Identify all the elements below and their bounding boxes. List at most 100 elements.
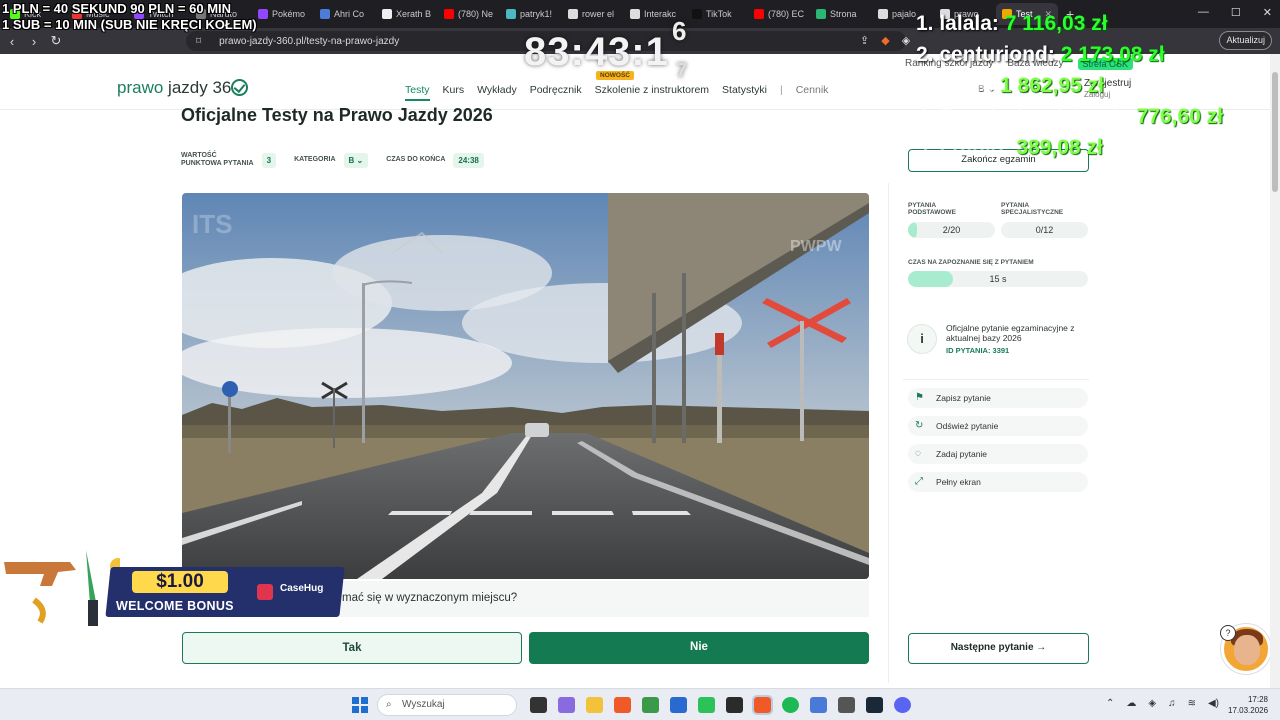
tab-favicon-icon bbox=[878, 9, 888, 19]
promo-amount: $1.00 bbox=[132, 571, 228, 593]
scrollbar-thumb[interactable] bbox=[1272, 72, 1278, 192]
specialist-questions-label: PYTANIA SPECJALISTYCZNE bbox=[1001, 202, 1064, 216]
brave-shield-icon[interactable]: ◆ bbox=[881, 34, 889, 47]
tab-label: patryk1! bbox=[520, 9, 553, 19]
browser-tab[interactable]: Ahri Co bbox=[314, 3, 376, 25]
update-button[interactable]: Aktualizuj bbox=[1219, 31, 1272, 50]
extension-icon[interactable]: ◈ bbox=[902, 34, 910, 47]
specialist-progress: 0/12 bbox=[1001, 222, 1088, 238]
ask-question-button[interactable]: ◌ Zadaj pytanie bbox=[908, 444, 1088, 464]
next-question-label: Następne pytanie bbox=[950, 642, 1034, 653]
taskbar-clock[interactable]: 17:28 17.03.2026 bbox=[1228, 694, 1268, 716]
road-scene: ITS PWPW bbox=[182, 193, 869, 579]
reading-time-progress: 15 s bbox=[908, 271, 1088, 287]
store-icon[interactable] bbox=[670, 697, 687, 713]
browser-tab[interactable]: patryk1! bbox=[500, 3, 562, 25]
calculator-icon[interactable] bbox=[838, 697, 855, 713]
discord-icon[interactable] bbox=[894, 697, 911, 713]
page-scrollbar[interactable] bbox=[1270, 54, 1280, 688]
timer-digit-next: 7 bbox=[676, 60, 689, 82]
nav-testy[interactable]: Testy bbox=[405, 84, 430, 101]
question-text: mać się w wyznaczonym miejscu? bbox=[342, 592, 518, 604]
chrome-icon[interactable] bbox=[642, 697, 659, 713]
refresh-question-button[interactable]: ↻ Odśwież pytanie bbox=[908, 416, 1088, 436]
reading-time-label: CZAS NA ZAPOZNANIE SIĘ Z PYTANIEM bbox=[908, 259, 1034, 266]
tab-favicon-icon bbox=[568, 9, 578, 19]
browser-tab[interactable]: (780) EC bbox=[748, 3, 810, 25]
tray-chevron-icon[interactable]: ⌃ bbox=[1106, 698, 1114, 709]
browser-tab[interactable]: rower el bbox=[562, 3, 624, 25]
app-icon-blue[interactable] bbox=[810, 697, 827, 713]
help-icon[interactable]: ? bbox=[1220, 625, 1236, 641]
refresh-icon: ↻ bbox=[915, 420, 924, 431]
browser-tab[interactable]: TikTok bbox=[686, 3, 748, 25]
stream-rules: 1 PLN = 40 SEKUND 90 PLN = 60 MIN 1 SUB … bbox=[2, 1, 257, 33]
clock-date: 17.03.2026 bbox=[1228, 706, 1269, 715]
next-question-button[interactable]: Następne pytanie → bbox=[908, 633, 1089, 664]
ranking-row: 4. Penetrator dziurek: 776,60 zł bbox=[916, 105, 1223, 128]
nav-kurs[interactable]: Kurs bbox=[443, 84, 465, 101]
fullscreen-button[interactable]: ⤢ Pełny ekran bbox=[908, 472, 1088, 492]
tab-favicon-icon bbox=[692, 9, 702, 19]
back-icon[interactable]: ‹ bbox=[2, 34, 22, 49]
tab-label: rower el bbox=[582, 9, 615, 19]
logo-check-icon bbox=[231, 79, 249, 96]
brave-icon[interactable] bbox=[614, 697, 631, 713]
timer-value: 83:43:1 bbox=[524, 30, 669, 74]
app-icon-green[interactable] bbox=[698, 697, 715, 713]
wifi-icon[interactable]: ≋ bbox=[1188, 698, 1196, 709]
browser-tab[interactable]: Xerath B bbox=[376, 3, 438, 25]
windows-taskbar: ⌕ Wyszukaj ⌃ ☁ ◈ ♫ ≋ ◀) 17:28 17.03.2026 bbox=[0, 688, 1280, 720]
taskbar-search[interactable]: ⌕ Wyszukaj bbox=[377, 694, 517, 716]
category-value[interactable]: B ⌄ bbox=[343, 152, 369, 168]
file-explorer-icon[interactable] bbox=[586, 697, 603, 713]
forward-icon[interactable]: › bbox=[24, 34, 44, 49]
promo-banner[interactable]: $1.00 WELCOME BONUS CaseHug bbox=[0, 550, 345, 632]
answer-no-button[interactable]: Nie bbox=[529, 632, 869, 664]
promo-text: WELCOME BONUS bbox=[116, 599, 234, 613]
nav-szkolenie[interactable]: Szkolenie z instruktorem bbox=[595, 84, 709, 101]
info-divider bbox=[903, 379, 1089, 380]
nav-podrecznik[interactable]: Podręcznik bbox=[530, 84, 582, 101]
copilot-icon[interactable] bbox=[558, 697, 575, 713]
basic-progress-fill bbox=[908, 222, 917, 238]
nav-statystyki[interactable]: Statystyki bbox=[722, 84, 767, 101]
page-title: Oficjalne Testy na Prawo Jazdy 2026 bbox=[181, 105, 493, 125]
browser-tab[interactable]: (780) Ne bbox=[438, 3, 500, 25]
save-question-button[interactable]: ⚑ Zapisz pytanie bbox=[908, 388, 1088, 408]
site-logo[interactable]: prawo jazdy 36 bbox=[117, 78, 249, 98]
exam-meta: WARTOŚĆ PUNKTOWA PYTANIA 3 KATEGORIA B ⌄ … bbox=[181, 152, 494, 168]
gun-knife-graphic bbox=[4, 550, 120, 626]
logo-text-2: jazdy 36 bbox=[168, 78, 232, 97]
maximize-icon[interactable]: ☐ bbox=[1231, 6, 1241, 19]
basic-progress: 2/20 bbox=[908, 222, 995, 238]
bookmark-icon[interactable]: ⌑ bbox=[196, 36, 201, 47]
tab-favicon-icon bbox=[444, 9, 454, 19]
steam-icon[interactable] bbox=[866, 697, 883, 713]
browser-tab[interactable]: Pokémo bbox=[252, 3, 314, 25]
tray-shield-icon[interactable]: ◈ bbox=[1148, 698, 1156, 709]
tab-favicon-icon bbox=[258, 9, 268, 19]
ranking-row: 5. Franio: 389,08 zł bbox=[916, 136, 1103, 159]
volume-icon[interactable]: ◀) bbox=[1208, 698, 1219, 709]
watermark-left: ITS bbox=[192, 209, 232, 239]
nav-cennik[interactable]: Cennik bbox=[796, 84, 829, 101]
category-label: KATEGORIA bbox=[294, 156, 336, 163]
panel-divider bbox=[888, 183, 889, 683]
answer-yes-button[interactable]: Tak bbox=[182, 632, 522, 664]
windows-start-icon[interactable] bbox=[352, 697, 368, 713]
stream-timer: 83:43:1 6 7 bbox=[524, 16, 687, 82]
microphone-icon[interactable]: ♫ bbox=[1168, 698, 1176, 709]
tab-label: Xerath B bbox=[396, 9, 432, 19]
reload-icon[interactable]: ↻ bbox=[46, 33, 66, 49]
tray-network-icon[interactable]: ☁ bbox=[1126, 698, 1136, 709]
tab-favicon-icon bbox=[816, 9, 826, 19]
brave-active-icon[interactable] bbox=[752, 695, 773, 715]
close-window-icon[interactable]: ✕ bbox=[1263, 6, 1272, 19]
nav-wyklady[interactable]: Wykłady bbox=[477, 84, 517, 101]
spotify-icon[interactable] bbox=[782, 697, 799, 713]
task-view-icon[interactable] bbox=[530, 697, 547, 713]
share-icon[interactable]: ⇪ bbox=[860, 34, 869, 47]
browser-tab[interactable]: Strona bbox=[810, 3, 872, 25]
app-icon-dark[interactable] bbox=[726, 697, 743, 713]
